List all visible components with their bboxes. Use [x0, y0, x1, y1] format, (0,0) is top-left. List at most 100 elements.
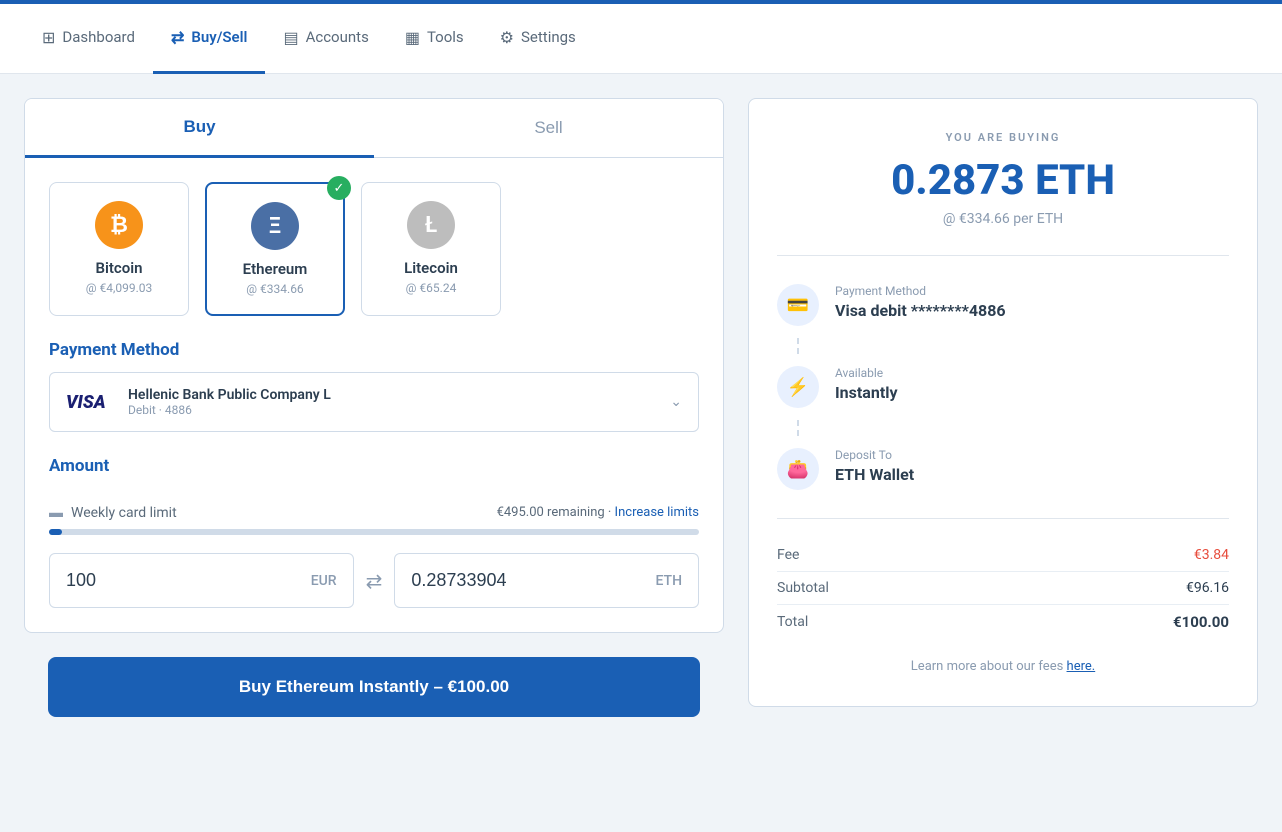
summary-available-row: ⚡ Available Instantly: [777, 354, 1229, 420]
footer-note: Learn more about our fees here.: [777, 659, 1229, 674]
ethereum-price: @ €334.66: [223, 282, 327, 296]
total-value: €100.00: [1173, 613, 1229, 631]
bitcoin-price: @ €4,099.03: [66, 281, 172, 295]
right-panel: YOU ARE BUYING 0.2873 ETH @ €334.66 per …: [724, 98, 1258, 808]
buy-button[interactable]: Buy Ethereum Instantly – €100.00: [48, 657, 700, 717]
deposit-value: ETH Wallet: [835, 465, 914, 484]
payment-icon-wrap: 💳: [777, 284, 819, 326]
lightning-icon: ⚡: [787, 377, 809, 398]
limit-label: ▬ Weekly card limit: [49, 504, 177, 521]
weekly-limit-text: Weekly card limit: [71, 505, 177, 521]
available-icon-wrap: ⚡: [777, 366, 819, 408]
progress-bar: [49, 529, 699, 535]
ethereum-icon: Ξ: [251, 202, 299, 250]
fee-value: €3.84: [1194, 547, 1229, 563]
payment-dropdown[interactable]: VISA Hellenic Bank Public Company L Debi…: [49, 372, 699, 432]
payment-method-label: Payment Method: [835, 284, 1006, 298]
bitcoin-name: Bitcoin: [66, 259, 172, 277]
chevron-down-icon: ⌄: [670, 394, 682, 410]
crypto-card-ethereum[interactable]: ✓ Ξ Ethereum @ €334.66: [205, 182, 345, 316]
subtotal-label: Subtotal: [777, 580, 829, 596]
payment-method-value: Visa debit ********4886: [835, 301, 1006, 320]
nav-label-accounts: Accounts: [306, 28, 369, 46]
dashboard-icon: ⊞: [42, 28, 55, 47]
summary-card: YOU ARE BUYING 0.2873 ETH @ €334.66 per …: [748, 98, 1258, 707]
eth-currency-label: ETH: [656, 573, 683, 589]
tools-icon: ▦: [405, 28, 420, 47]
limit-right: €495.00 remaining · Increase limits: [497, 505, 699, 520]
summary-deposit-row: 👛 Deposit To ETH Wallet: [777, 436, 1229, 502]
payment-info-text: Payment Method Visa debit ********4886: [835, 284, 1006, 320]
left-panel: Buy Sell ₿ Bitcoin @ €4,099.03 ✓ Ξ Ether…: [24, 98, 724, 808]
amount-section-label: Amount: [25, 432, 723, 488]
swap-icon[interactable]: ⇄: [366, 569, 383, 593]
visa-logo: VISA: [66, 392, 116, 413]
nav-label-settings: Settings: [521, 28, 576, 46]
bank-name: Hellenic Bank Public Company L: [128, 387, 658, 403]
litecoin-name: Litecoin: [378, 259, 484, 277]
eur-input-wrap: EUR: [49, 553, 354, 608]
dashed-connector-2: [797, 420, 1229, 436]
bitcoin-icon: ₿: [95, 201, 143, 249]
litecoin-price: @ €65.24: [378, 281, 484, 295]
eth-input[interactable]: [411, 570, 655, 591]
limit-row: ▬ Weekly card limit €495.00 remaining · …: [49, 504, 699, 521]
nav-item-dashboard[interactable]: ⊞ Dashboard: [24, 4, 153, 74]
you-are-buying-label: YOU ARE BUYING: [777, 131, 1229, 144]
tab-card: Buy Sell ₿ Bitcoin @ €4,099.03 ✓ Ξ Ether…: [24, 98, 724, 633]
navbar: ⊞ Dashboard ⇄ Buy/Sell ▤ Accounts ▦ Tool…: [0, 4, 1282, 74]
deposit-label: Deposit To: [835, 448, 914, 462]
total-label: Total: [777, 614, 808, 630]
tab-sell[interactable]: Sell: [374, 99, 723, 157]
amount-inputs: EUR ⇄ ETH: [49, 553, 699, 608]
payment-section-label: Payment Method: [25, 316, 723, 372]
subtotal-row: Subtotal €96.16: [777, 572, 1229, 605]
accounts-icon: ▤: [283, 28, 298, 47]
divider-2: [777, 518, 1229, 519]
increase-limits-link[interactable]: Increase limits: [615, 505, 699, 520]
nav-item-accounts[interactable]: ▤ Accounts: [265, 4, 386, 74]
available-value: Instantly: [835, 383, 898, 402]
divider-1: [777, 255, 1229, 256]
eth-input-wrap: ETH: [394, 553, 699, 608]
remaining-amount: €495.00 remaining: [497, 505, 605, 520]
nav-item-settings[interactable]: ⚙ Settings: [482, 4, 594, 74]
payment-details: Hellenic Bank Public Company L Debit · 4…: [128, 387, 658, 417]
total-row: Total €100.00: [777, 605, 1229, 639]
buy-amount-display: 0.2873 ETH: [777, 156, 1229, 205]
crypto-card-bitcoin[interactable]: ₿ Bitcoin @ €4,099.03: [49, 182, 189, 316]
selected-checkmark: ✓: [327, 176, 351, 200]
crypto-card-litecoin[interactable]: Ł Litecoin @ €65.24: [361, 182, 501, 316]
subtotal-value: €96.16: [1186, 580, 1229, 596]
nav-label-dashboard: Dashboard: [62, 28, 135, 46]
card-icon: ▬: [49, 504, 63, 521]
fees-link[interactable]: here.: [1067, 659, 1096, 674]
nav-item-buysell[interactable]: ⇄ Buy/Sell: [153, 4, 265, 74]
tabs: Buy Sell: [25, 99, 723, 158]
available-info-text: Available Instantly: [835, 366, 898, 402]
nav-item-tools[interactable]: ▦ Tools: [387, 4, 482, 74]
deposit-info-text: Deposit To ETH Wallet: [835, 448, 914, 484]
settings-icon: ⚙: [500, 28, 514, 47]
amount-section: ▬ Weekly card limit €495.00 remaining · …: [25, 504, 723, 632]
ethereum-name: Ethereum: [223, 260, 327, 278]
eur-input[interactable]: [66, 570, 311, 591]
buysell-icon: ⇄: [171, 28, 184, 47]
buy-rate-display: @ €334.66 per ETH: [777, 211, 1229, 227]
available-label: Available: [835, 366, 898, 380]
eur-currency-label: EUR: [311, 573, 337, 589]
progress-fill: [49, 529, 62, 535]
fee-section: Fee €3.84 Subtotal €96.16 Total €100.00: [777, 539, 1229, 639]
card-type: Debit · 4886: [128, 403, 658, 417]
crypto-selector: ₿ Bitcoin @ €4,099.03 ✓ Ξ Ethereum @ €33…: [25, 158, 723, 316]
fee-row: Fee €3.84: [777, 539, 1229, 572]
nav-label-tools: Tools: [427, 28, 464, 46]
litecoin-icon: Ł: [407, 201, 455, 249]
credit-card-icon: 💳: [787, 295, 809, 316]
deposit-icon-wrap: 👛: [777, 448, 819, 490]
summary-payment-row: 💳 Payment Method Visa debit ********4886: [777, 272, 1229, 338]
fee-label: Fee: [777, 547, 799, 563]
tab-buy[interactable]: Buy: [25, 99, 374, 158]
wallet-icon: 👛: [787, 459, 809, 480]
nav-label-buysell: Buy/Sell: [191, 28, 247, 46]
